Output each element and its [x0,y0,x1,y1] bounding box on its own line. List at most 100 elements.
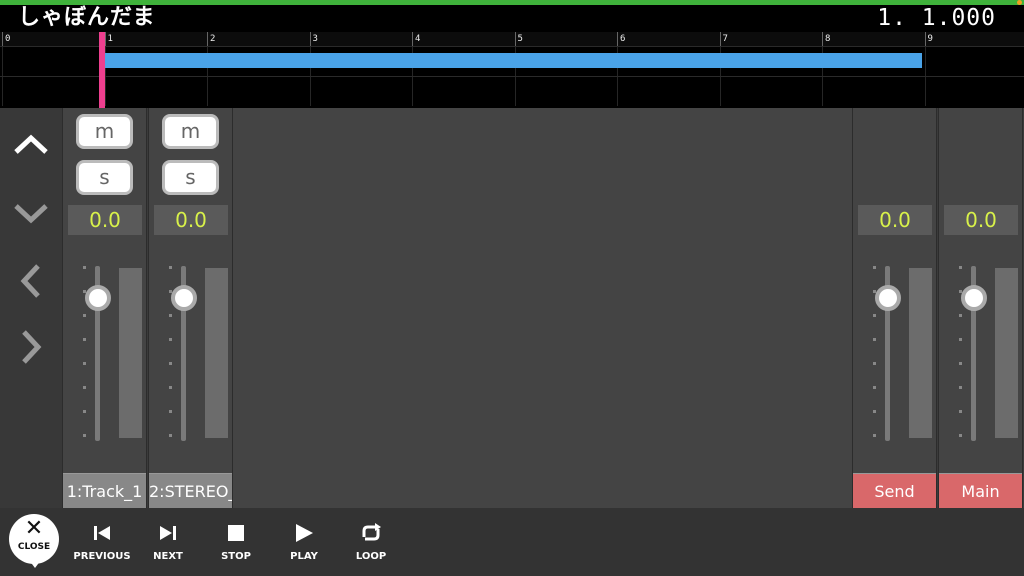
ruler-label: 5 [514,32,523,46]
ruler-label: 3 [309,32,318,46]
level-meter [909,268,932,438]
fader-tick [169,410,172,413]
stop-label: STOP [221,551,251,562]
fader-tick [873,362,876,365]
mixer-app: しゃぼんだま 1. 1.000 0 1 2 3 4 5 6 7 8 9 m s 0.0 1:Tra… [0,0,1024,576]
fader-tick [873,338,876,341]
fader-knob[interactable] [85,284,111,311]
chevron-right-icon [22,330,42,364]
fader-tick [83,266,86,269]
position-counter: 1. 1.000 [877,5,996,31]
bus-name[interactable]: Send [853,473,936,508]
loop-button[interactable]: LOOP [339,518,403,570]
fader-tick [169,362,172,365]
chevron-down-icon [14,204,48,224]
gain-readout[interactable]: 0.0 [944,205,1018,235]
play-icon [296,524,313,542]
chevron-up-icon [14,134,48,154]
bar-gridline [719,77,721,106]
ruler-label: 4 [412,32,420,46]
fader-tick [169,266,172,269]
ruler-label: 8 [822,32,830,46]
fader-tick [169,434,172,437]
audio-region[interactable] [104,53,922,68]
gain-readout[interactable]: 0.0 [154,205,228,235]
next-button[interactable]: NEXT [136,518,200,570]
fader-knob[interactable] [171,284,197,311]
close-label: CLOSE [17,542,51,552]
main-bus-strip: 0.0 Main [938,108,1023,508]
transport-bar: ✕ CLOSE PREVIOUS NEXT STOP PLAY LOOP [0,508,1024,576]
stop-button[interactable]: STOP [204,518,268,570]
bar-gridline [924,47,926,76]
scroll-down-button[interactable] [10,192,52,234]
loop-icon [362,523,381,541]
bar-gridline [514,77,516,106]
channel-strip-2: m s 0.0 2:STEREO_1 [148,108,233,508]
ruler-label: 2 [207,32,215,46]
channel-name[interactable]: 1:Track_1 [63,473,146,508]
fader-tick [959,410,962,413]
fader-tick [959,386,962,389]
playhead[interactable] [99,32,105,108]
gain-readout[interactable]: 0.0 [68,205,142,235]
fader-tick [83,410,86,413]
previous-button[interactable]: PREVIOUS [70,518,134,570]
ruler-label: 6 [617,32,625,46]
send-bus-strip: 0.0 Send [852,108,937,508]
solo-button[interactable]: s [162,160,219,195]
bar-gridline [822,77,823,106]
title-bar: しゃぼんだま 1. 1.000 [0,5,1024,32]
solo-button[interactable]: s [76,160,133,195]
bar-gridline [207,77,208,106]
skip-forward-icon [160,526,176,540]
fader-tick [959,266,962,269]
fader-tick [83,386,86,389]
ruler-label: 0 [2,32,10,46]
channel-name[interactable]: 2:STEREO_1 [149,473,232,508]
ruler-label: 7 [719,32,728,46]
bar-gridline [617,77,618,106]
close-icon: ✕ [24,516,44,541]
scroll-right-button[interactable] [10,326,52,368]
gain-readout[interactable]: 0.0 [858,205,932,235]
mute-button[interactable]: m [162,114,219,149]
level-meter [995,268,1018,438]
timeline-ruler[interactable]: 0 1 2 3 4 5 6 7 8 9 [0,32,1024,46]
chevron-left-icon [20,264,40,298]
timeline-lane-2[interactable] [0,76,1024,106]
empty-mixer-area [233,108,852,508]
timeline[interactable]: 0 1 2 3 4 5 6 7 8 9 [0,32,1024,108]
loop-label: LOOP [355,551,387,562]
fader-tick [873,410,876,413]
play-button[interactable]: PLAY [272,518,336,570]
stop-icon [228,525,244,541]
scroll-left-button[interactable] [10,260,52,302]
bus-name[interactable]: Main [939,473,1022,508]
fader-knob[interactable] [875,284,901,311]
fader-tick [83,362,86,365]
fader-tick [169,386,172,389]
channel-strip-1: m s 0.0 1:Track_1 [62,108,147,508]
close-button[interactable]: ✕ CLOSE [9,514,59,568]
fader-tick [169,338,172,341]
ruler-label: 9 [924,32,933,46]
fader-tick [83,434,86,437]
fader-knob[interactable] [961,284,987,311]
fader-tick [169,314,172,317]
previous-label: PREVIOUS [73,551,131,562]
skip-back-icon [94,526,110,540]
song-title: しゃぼんだま [18,5,156,30]
fader-tick [873,386,876,389]
bar-gridline [2,47,3,76]
level-meter [205,268,228,438]
bar-gridline [924,77,926,106]
navigation-column [0,108,62,508]
scroll-up-button[interactable] [10,124,52,166]
fader-tick [873,314,876,317]
bar-gridline [412,77,413,106]
mute-button[interactable]: m [76,114,133,149]
fader-tick [83,314,86,317]
play-label: PLAY [290,551,318,562]
fader-tick [873,434,876,437]
